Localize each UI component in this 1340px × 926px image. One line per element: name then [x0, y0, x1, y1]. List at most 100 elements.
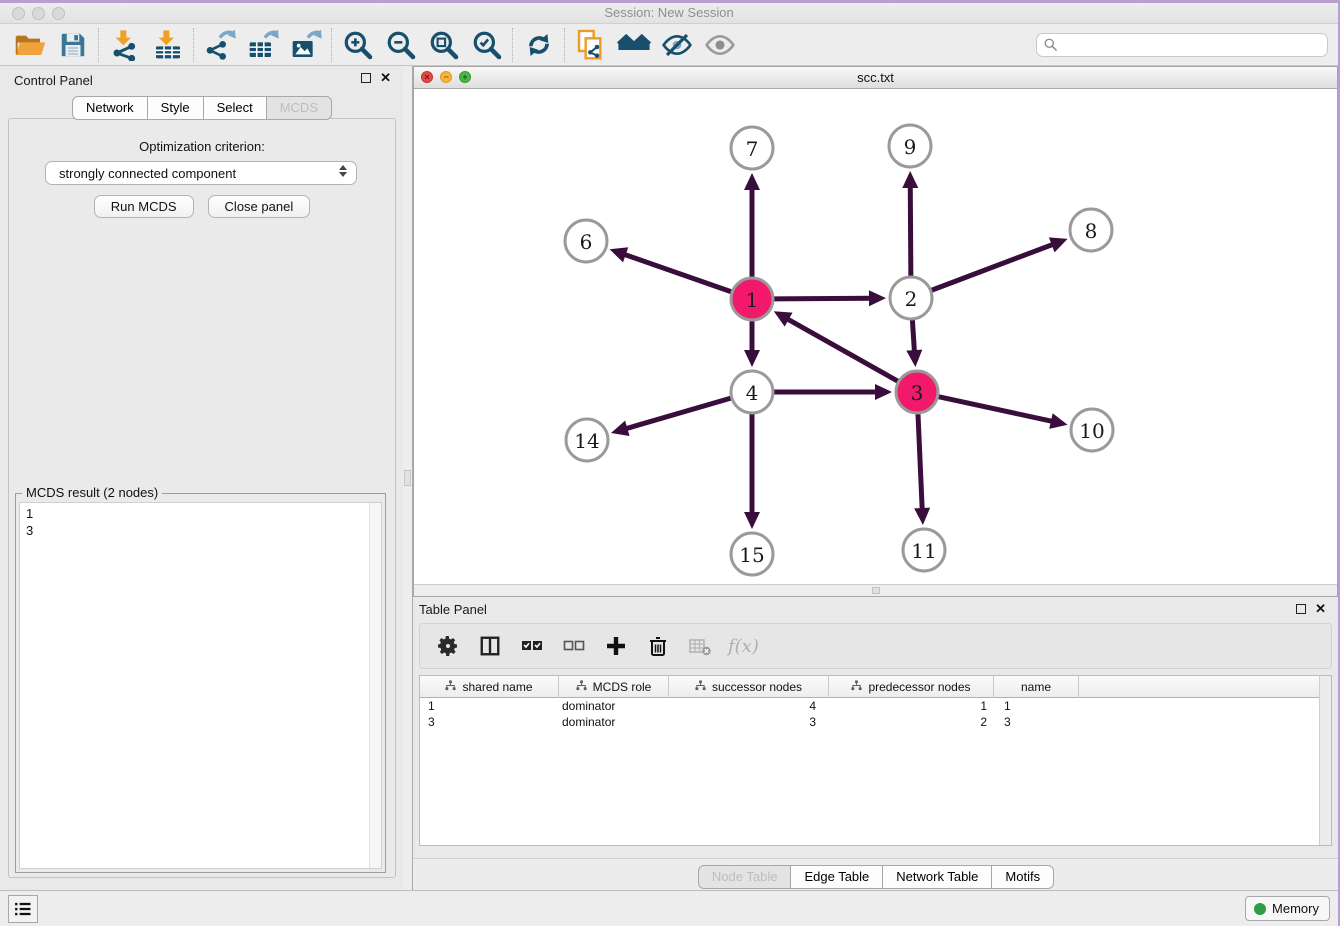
- import-table-icon[interactable]: [146, 26, 189, 64]
- close-table-panel-icon[interactable]: ✕: [1315, 604, 1326, 614]
- node-table-body: 1dominator4113dominator323: [420, 698, 1331, 730]
- tab-mcds[interactable]: MCDS: [266, 96, 332, 120]
- graph-node-label: 1: [746, 288, 759, 312]
- graph-arrowhead: [906, 350, 922, 367]
- graph-node-label: 2: [905, 287, 918, 311]
- network-window-titlebar: × − + scc.txt: [414, 67, 1337, 89]
- tab-motifs[interactable]: Motifs: [991, 865, 1054, 889]
- zoom-out-icon[interactable]: [379, 26, 422, 64]
- table-cell[interactable]: 1: [829, 698, 994, 714]
- import-network-icon[interactable]: [103, 26, 146, 64]
- float-table-panel-icon[interactable]: [1296, 604, 1306, 614]
- right-area: × − + scc.txt 7968124314101511 Table Pan…: [413, 66, 1338, 890]
- column-grip-icon: [445, 680, 456, 694]
- export-network-icon[interactable]: [198, 26, 241, 64]
- divider-grip[interactable]: [404, 470, 411, 486]
- column-header-predecessor-nodes[interactable]: predecessor nodes: [829, 676, 994, 698]
- graph-edge-2-3[interactable]: [912, 320, 914, 353]
- graph-node-label: 8: [1085, 219, 1098, 243]
- table-row[interactable]: 1dominator411: [420, 698, 1331, 714]
- table-cell[interactable]: 3: [669, 714, 829, 730]
- table-row[interactable]: 3dominator323: [420, 714, 1331, 730]
- graph-edge-2-9[interactable]: [910, 185, 911, 276]
- result-scrollbar[interactable]: [369, 503, 381, 868]
- graph-edge-1-6[interactable]: [623, 254, 731, 292]
- mcds-panel: Optimization criterion: strongly connect…: [8, 118, 396, 878]
- table-cell[interactable]: 4: [669, 698, 829, 714]
- tab-network-table[interactable]: Network Table: [882, 865, 992, 889]
- graph-edge-1-2[interactable]: [774, 298, 872, 299]
- column-header-successor-nodes[interactable]: successor nodes: [669, 676, 829, 698]
- criterion-select[interactable]: strongly connected component: [45, 161, 357, 185]
- deselect-all-icon[interactable]: [560, 631, 588, 661]
- zoom-in-icon[interactable]: [336, 26, 379, 64]
- apply-layout-icon[interactable]: [517, 26, 560, 64]
- table-cell[interactable]: 1: [994, 698, 1079, 714]
- table-cell[interactable]: 2: [829, 714, 994, 730]
- memory-label: Memory: [1272, 901, 1319, 916]
- panel-divider[interactable]: [403, 66, 413, 890]
- control-panel-title: Control Panel: [14, 73, 93, 88]
- save-session-icon[interactable]: [51, 26, 94, 64]
- select-all-icon[interactable]: [518, 631, 546, 661]
- task-list-icon[interactable]: [8, 895, 38, 923]
- export-table-icon[interactable]: [241, 26, 284, 64]
- table-cell[interactable]: 1: [420, 698, 559, 714]
- table-cell[interactable]: dominator: [559, 698, 669, 714]
- main-toolbar: [0, 24, 1338, 66]
- network-resize-grip[interactable]: [872, 587, 880, 594]
- delete-column-icon[interactable]: [644, 631, 672, 661]
- graph-arrowhead: [869, 290, 886, 306]
- graph-arrowhead: [610, 247, 629, 262]
- new-network-from-selection-icon[interactable]: [569, 26, 612, 64]
- graph-edge-3-1[interactable]: [786, 318, 898, 381]
- mcds-result-text: 13: [26, 505, 367, 866]
- gear-icon[interactable]: [434, 631, 462, 661]
- graph-node-label: 15: [739, 543, 764, 567]
- graph-edge-3-11[interactable]: [918, 414, 922, 511]
- memory-button[interactable]: Memory: [1245, 896, 1330, 921]
- column-grip-icon: [576, 680, 587, 694]
- float-panel-icon[interactable]: [361, 73, 371, 83]
- network-canvas[interactable]: 7968124314101511: [414, 90, 1337, 584]
- tab-select[interactable]: Select: [203, 96, 267, 120]
- column-header-name[interactable]: name: [994, 676, 1079, 698]
- node-table-header: shared nameMCDS rolesuccessor nodesprede…: [420, 676, 1331, 698]
- table-cell[interactable]: 3: [420, 714, 559, 730]
- toolbar-separator: [564, 28, 565, 62]
- zoom-selected-icon[interactable]: [465, 26, 508, 64]
- table-scrollbar[interactable]: [1319, 676, 1331, 845]
- graph-edge-3-10[interactable]: [938, 397, 1053, 422]
- first-neighbors-icon[interactable]: [612, 26, 655, 64]
- columns-icon[interactable]: [476, 631, 504, 661]
- graph-node-label: 11: [911, 539, 936, 563]
- column-header-shared-name[interactable]: shared name: [420, 676, 559, 698]
- table-cell[interactable]: 3: [994, 714, 1079, 730]
- search-input[interactable]: [1058, 37, 1321, 52]
- control-panel-tabs: NetworkStyleSelectMCDS: [0, 96, 403, 120]
- table-cell[interactable]: dominator: [559, 714, 669, 730]
- show-all-icon[interactable]: [698, 26, 741, 64]
- close-panel-button[interactable]: Close panel: [208, 195, 311, 218]
- graph-arrowhead: [744, 350, 760, 367]
- close-panel-icon[interactable]: ✕: [380, 73, 391, 83]
- tab-network[interactable]: Network: [72, 96, 148, 120]
- add-column-icon[interactable]: [602, 631, 630, 661]
- run-mcds-button[interactable]: Run MCDS: [94, 195, 194, 218]
- toolbar-separator: [98, 28, 99, 62]
- graph-edge-4-14[interactable]: [624, 398, 730, 429]
- mcds-result-groupbox: MCDS result (2 nodes) 13: [15, 493, 386, 873]
- zoom-fit-icon[interactable]: [422, 26, 465, 64]
- graph-edge-2-8[interactable]: [932, 244, 1055, 290]
- function-builder-icon[interactable]: f(x): [728, 631, 759, 661]
- delete-table-icon[interactable]: [686, 631, 714, 661]
- export-image-icon[interactable]: [284, 26, 327, 64]
- column-header-MCDS-role[interactable]: MCDS role: [559, 676, 669, 698]
- tab-edge-table[interactable]: Edge Table: [790, 865, 883, 889]
- tab-node-table[interactable]: Node Table: [698, 865, 792, 889]
- open-file-icon[interactable]: [8, 26, 51, 64]
- toolbar-separator: [331, 28, 332, 62]
- tab-style[interactable]: Style: [147, 96, 204, 120]
- hide-selected-icon[interactable]: [655, 26, 698, 64]
- title-bar: Session: New Session: [0, 3, 1338, 24]
